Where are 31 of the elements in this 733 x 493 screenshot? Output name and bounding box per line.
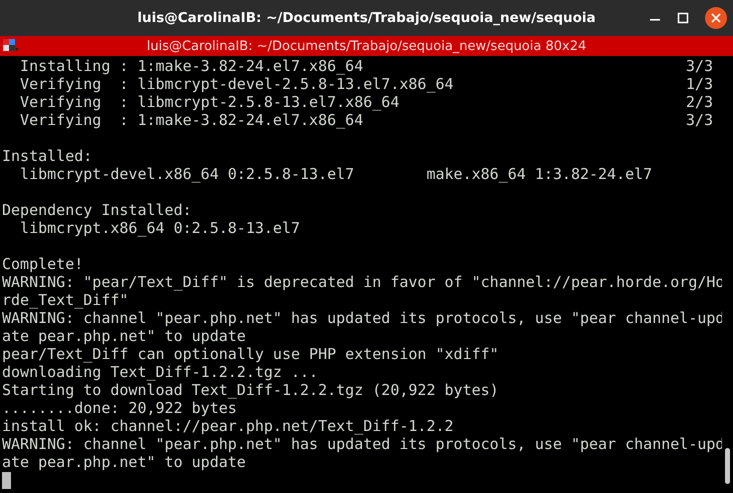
progress-count: 3/3 (686, 111, 713, 129)
terminal-line: Verifying : libmcrypt-2.5.8-13.el7.x86_64 (19, 93, 400, 111)
text-cursor (2, 472, 11, 489)
terminal-line: Verifying : libmcrypt-devel-2.5.8-13.el7.x86_64 (19, 75, 454, 93)
terminal-line: Installed: (2, 147, 92, 165)
terminal-line: WARNING: "pear/Text_Diff" is deprecated in favor of "channel://pear.horde.org/Ho (2, 273, 724, 291)
terminal-line: libmcrypt-devel.x86_64 0:2.5.8-13.el7 make.x86_64 1:3.82-24.el7 (19, 165, 652, 183)
terminal-menu-icon[interactable] (3, 39, 19, 53)
window-title: luis@CarolinaIB: ~/Documents/Trabajo/sequoia_new/sequoia (137, 10, 596, 26)
terminal-line: Dependency Installed: (2, 201, 192, 219)
terminal-line: Verifying : 1:make-3.82-24.el7.x86_64 (19, 111, 364, 129)
terminal-line: Installing : 1:make-3.82-24.el7.x86_64 (19, 57, 364, 75)
terminal-line: ate pear.php.net" to update (2, 327, 246, 345)
terminal-line: libmcrypt.x86_64 0:2.5.8-13.el7 (19, 219, 300, 237)
close-icon[interactable] (705, 7, 727, 29)
terminal-line: rde_Text_Diff" (2, 291, 128, 309)
maximize-icon[interactable] (677, 12, 689, 24)
terminal-line: downloading Text_Diff-1.2.2.tgz ... (2, 363, 318, 381)
terminal-header-title: luis@CarolinaIB: ~/Documents/Trabajo/sequoia_new/sequoia 80x24 (146, 38, 586, 54)
terminal-line: WARNING: channel "pear.php.net" has updated its protocols, use "pear channel-upd (2, 309, 724, 327)
terminal-line: WARNING: channel "pear.php.net" has updated its protocols, use "pear channel-upd (2, 435, 724, 453)
terminal-line: ........done: 20,922 bytes (2, 399, 237, 417)
progress-count: 3/3 (686, 57, 713, 75)
progress-count: 2/3 (686, 93, 713, 111)
terminal-line: pear/Text_Diff can optionally use PHP extension "xdiff" (2, 345, 499, 363)
terminal-line: Complete! (2, 255, 84, 273)
terminal-line: install ok: channel://pear.php.net/Text_Diff-1.2.2 (2, 417, 454, 435)
scrollbar-thumb[interactable] (725, 448, 730, 484)
terminal-line: ate pear.php.net" to update (2, 453, 246, 471)
terminal-line: Starting to download Text_Diff-1.2.2.tgz (20,922 bytes) (2, 381, 499, 399)
progress-count: 1/3 (686, 75, 713, 93)
